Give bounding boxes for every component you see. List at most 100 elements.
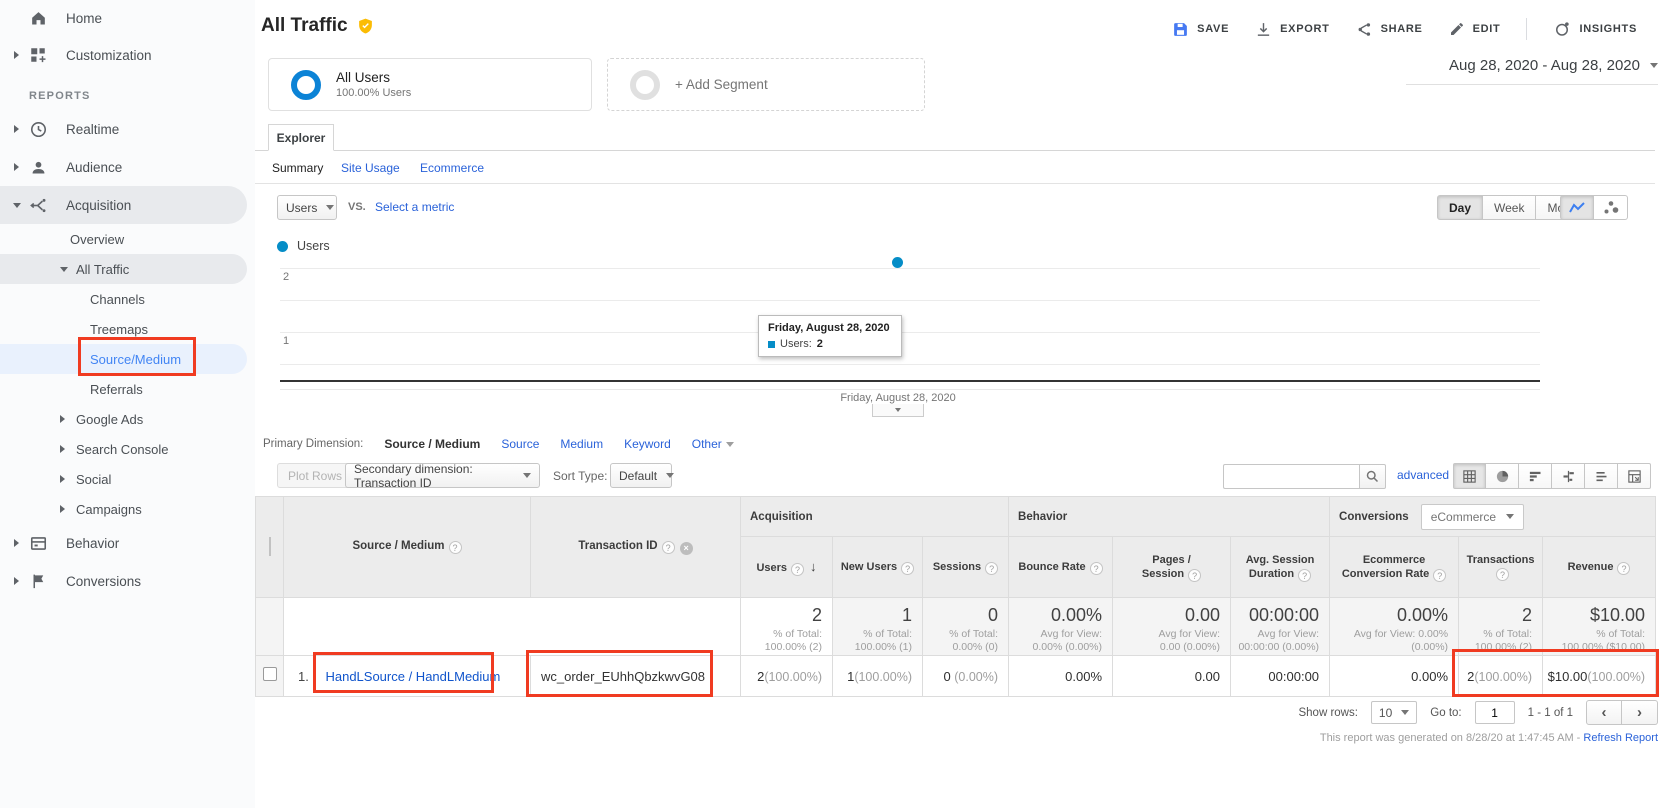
sort-type-dropdown[interactable]: Default	[610, 463, 672, 488]
performance-view-button[interactable]	[1519, 463, 1552, 489]
sidebar-item-realtime[interactable]: Realtime	[0, 110, 247, 148]
help-icon[interactable]	[1298, 569, 1311, 582]
sidebar-item-overview[interactable]: Overview	[0, 224, 247, 254]
table-search-input[interactable]	[1223, 464, 1359, 489]
show-rows-select[interactable]: 10	[1371, 701, 1417, 724]
secondary-dimension-dropdown[interactable]: Secondary dimension: Transaction ID	[345, 463, 540, 488]
sidebar-item-google-ads[interactable]: Google Ads	[0, 404, 247, 434]
help-icon[interactable]	[901, 562, 914, 575]
table-search	[1223, 464, 1386, 489]
term-cloud-view-button[interactable]	[1585, 463, 1618, 489]
column-header-transaction-id[interactable]: Transaction ID	[531, 497, 741, 598]
help-icon[interactable]	[1496, 568, 1509, 581]
segment-all-users[interactable]: All Users 100.00% Users	[268, 58, 592, 111]
chevron-right-icon	[9, 51, 24, 59]
divider	[1526, 18, 1527, 40]
dimension-other-dropdown[interactable]: Other	[692, 437, 734, 451]
column-header-avg-session-duration[interactable]: Avg. Session Duration	[1231, 537, 1330, 598]
help-icon[interactable]	[791, 563, 804, 576]
chevron-down-icon	[9, 203, 24, 208]
edit-button[interactable]: EDIT	[1449, 21, 1501, 37]
date-range-selector[interactable]: Aug 28, 2020 - Aug 28, 2020	[1406, 57, 1658, 85]
granularity-week-button[interactable]: Week	[1483, 195, 1536, 220]
dimension-other-label: Other	[692, 437, 722, 451]
plot-rows-button[interactable]: Plot Rows	[277, 463, 353, 488]
column-header-ecommerce-conversion-rate[interactable]: Ecommerce Conversion Rate	[1330, 537, 1459, 598]
previous-page-button[interactable]: ‹	[1586, 700, 1622, 725]
help-icon[interactable]	[1090, 562, 1103, 575]
sidebar-item-conversions[interactable]: Conversions	[0, 562, 247, 600]
sidebar-item-channels[interactable]: Channels	[0, 284, 247, 314]
sidebar-item-label: Referrals	[90, 382, 143, 397]
conversions-goal-dropdown[interactable]: eCommerce	[1421, 504, 1524, 530]
data-point-users[interactable]	[892, 257, 903, 268]
row-select-cell	[256, 656, 284, 697]
motion-chart-view-button[interactable]	[1594, 195, 1628, 220]
sidebar-item-home[interactable]: Home	[0, 0, 247, 36]
sidebar-item-all-traffic[interactable]: All Traffic	[0, 254, 247, 284]
help-icon[interactable]	[1188, 569, 1201, 582]
tab-explorer[interactable]: Explorer	[268, 124, 334, 151]
save-button[interactable]: SAVE	[1172, 21, 1229, 38]
sidebar-item-label: Behavior	[66, 536, 119, 551]
column-header-sessions[interactable]: Sessions	[923, 537, 1009, 598]
column-header-transactions[interactable]: Transactions	[1459, 537, 1543, 598]
select-all-header[interactable]	[256, 497, 284, 598]
sidebar-item-social[interactable]: Social	[0, 464, 247, 494]
help-icon[interactable]	[1617, 562, 1630, 575]
line-chart-view-button[interactable]	[1560, 195, 1594, 220]
table-view-button[interactable]	[1453, 463, 1486, 489]
cell-avg-session-duration: 00:00:00	[1231, 656, 1330, 697]
column-header-pages-session[interactable]: Pages / Session	[1113, 537, 1231, 598]
totals-avg-session-duration: 00:00:00Avg for View: 00:00:00 (0.00%)	[1231, 598, 1330, 656]
sidebar-item-customization[interactable]: Customization	[0, 36, 247, 74]
dimension-medium-link[interactable]: Medium	[560, 437, 603, 451]
column-header-revenue[interactable]: Revenue	[1543, 537, 1656, 598]
metric-selector-value: Users	[286, 201, 317, 215]
next-page-button[interactable]: ›	[1622, 700, 1658, 725]
subtab-site-usage[interactable]: Site Usage	[341, 161, 400, 175]
pivot-view-button[interactable]	[1618, 463, 1651, 489]
column-header-users[interactable]: Users	[741, 537, 833, 598]
sidebar-item-search-console[interactable]: Search Console	[0, 434, 247, 464]
help-icon[interactable]	[449, 541, 462, 554]
advanced-filter-link[interactable]: advanced	[1397, 468, 1449, 482]
row-checkbox[interactable]	[263, 667, 277, 681]
export-button[interactable]: EXPORT	[1255, 21, 1329, 38]
goto-page-input[interactable]	[1475, 701, 1515, 724]
comparison-view-button[interactable]	[1552, 463, 1585, 489]
remove-secondary-dimension-icon[interactable]	[680, 542, 693, 555]
column-header-new-users[interactable]: New Users	[833, 537, 923, 598]
refresh-report-link[interactable]: Refresh Report	[1583, 732, 1658, 744]
subtab-summary[interactable]: Summary	[272, 161, 323, 175]
select-a-metric-link[interactable]: Select a metric	[375, 200, 454, 214]
sidebar-item-label: Campaigns	[76, 502, 142, 517]
help-icon[interactable]	[985, 562, 998, 575]
help-icon[interactable]	[662, 541, 675, 554]
insights-button[interactable]: INSIGHTS	[1553, 20, 1637, 38]
sidebar-item-campaigns[interactable]: Campaigns	[0, 494, 247, 524]
sidebar-item-behavior[interactable]: Behavior	[0, 524, 247, 562]
search-button[interactable]	[1359, 464, 1386, 489]
sidebar-item-acquisition[interactable]: Acquisition	[0, 186, 247, 224]
add-segment-button[interactable]: + Add Segment	[607, 58, 925, 111]
metric-selector-dropdown[interactable]: Users	[277, 195, 337, 220]
percentage-view-button[interactable]	[1486, 463, 1519, 489]
share-button[interactable]: SHARE	[1356, 21, 1423, 38]
totals-users: 2% of Total: 100.00% (2)	[741, 598, 833, 656]
sidebar-item-audience[interactable]: Audience	[0, 148, 247, 186]
x-axis-options-dropdown[interactable]	[872, 404, 924, 417]
dimension-source-link[interactable]: Source	[501, 437, 539, 451]
column-header-bounce-rate[interactable]: Bounce Rate	[1009, 537, 1113, 598]
acquisition-icon	[28, 196, 48, 215]
help-icon[interactable]	[1433, 569, 1446, 582]
dimension-source-medium-active[interactable]: Source / Medium	[384, 437, 480, 451]
column-header-source-medium[interactable]: Source / Medium	[284, 497, 531, 598]
granularity-day-button[interactable]: Day	[1437, 195, 1483, 220]
chart-tooltip: Friday, August 28, 2020 Users: 2	[758, 315, 902, 357]
sidebar-item-referrals[interactable]: Referrals	[0, 374, 247, 404]
dimension-keyword-link[interactable]: Keyword	[624, 437, 671, 451]
select-all-checkbox[interactable]	[269, 537, 271, 556]
subtab-ecommerce[interactable]: Ecommerce	[420, 161, 484, 175]
export-icon	[1255, 21, 1272, 38]
